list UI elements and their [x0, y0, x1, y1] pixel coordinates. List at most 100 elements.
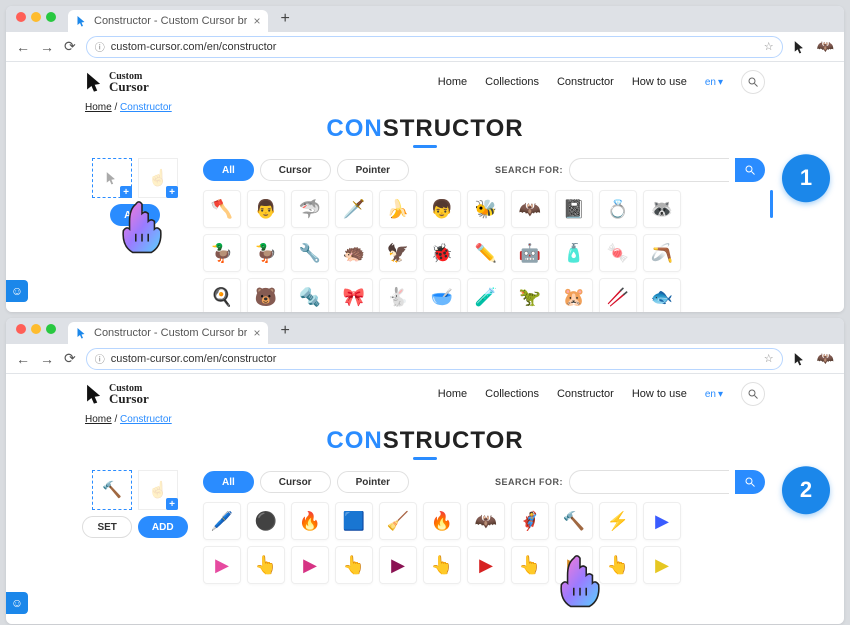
feedback-tab[interactable]: ☺ — [6, 592, 28, 614]
site-info-icon[interactable]: ⓘ — [95, 39, 105, 54]
grid-cell[interactable]: 👆 — [599, 546, 637, 584]
grid-cell[interactable]: 🖊️ — [203, 502, 241, 540]
grid-cell[interactable]: 🍳 — [203, 278, 241, 312]
extension-icon[interactable]: 🦇 — [817, 350, 834, 367]
grid-cell[interactable]: ⚫ — [247, 502, 285, 540]
grid-cell[interactable]: 🦈 — [291, 190, 329, 228]
lang-switcher[interactable]: en ▾ — [705, 77, 723, 88]
grid-cell[interactable]: 🦆 — [203, 234, 241, 272]
nav-home[interactable]: Home — [438, 388, 467, 400]
search-button[interactable] — [735, 158, 765, 182]
close-window-icon[interactable] — [16, 12, 26, 22]
nav-collections[interactable]: Collections — [485, 76, 539, 88]
grid-cell[interactable]: 🦔 — [335, 234, 373, 272]
grid-cell[interactable]: ▶ — [379, 546, 417, 584]
grid-cell[interactable]: 🥣 — [423, 278, 461, 312]
grid-cell[interactable]: 🦇 — [467, 502, 505, 540]
bookmark-icon[interactable]: ☆ — [764, 40, 774, 53]
grid-cell[interactable]: 🔩 — [291, 278, 329, 312]
grid-cell[interactable]: 🗡️ — [335, 190, 373, 228]
nav-constructor[interactable]: Constructor — [557, 388, 614, 400]
nav-howto[interactable]: How to use — [632, 388, 687, 400]
grid-cell[interactable]: 👆 — [247, 546, 285, 584]
grid-cell[interactable]: 🐟 — [643, 278, 681, 312]
grid-cell[interactable]: 👆 — [511, 546, 549, 584]
add-button[interactable]: ADD — [138, 516, 188, 538]
nav-home[interactable]: Home — [438, 76, 467, 88]
header-search-button[interactable] — [741, 382, 765, 406]
grid-cell[interactable]: 🍌 — [379, 190, 417, 228]
grid-cell[interactable]: 🦆 — [247, 234, 285, 272]
new-tab-button[interactable]: + — [274, 10, 295, 32]
site-info-icon[interactable]: ⓘ — [95, 351, 105, 366]
filter-cursor[interactable]: Cursor — [260, 471, 331, 493]
browser-tab[interactable]: Constructor - Custom Cursor br × — [68, 10, 268, 32]
grid-cell[interactable]: 🎀 — [335, 278, 373, 312]
grid-cell[interactable]: 🐝 — [467, 190, 505, 228]
lang-switcher[interactable]: en ▾ — [705, 389, 723, 400]
nav-constructor[interactable]: Constructor — [557, 76, 614, 88]
pointer-slot[interactable]: ☝ + — [138, 470, 178, 510]
grid-cell[interactable]: 🟦 — [335, 502, 373, 540]
new-tab-button[interactable]: + — [274, 322, 295, 344]
minimize-window-icon[interactable] — [31, 12, 41, 22]
grid-cell[interactable]: 📓 — [555, 190, 593, 228]
grid-cell[interactable]: 🧴 — [555, 234, 593, 272]
maximize-window-icon[interactable] — [46, 12, 56, 22]
grid-cell[interactable]: ▶ — [467, 546, 505, 584]
reload-icon[interactable]: ⟳ — [64, 38, 76, 55]
grid-cell[interactable]: ▶ — [291, 546, 329, 584]
forward-icon[interactable]: → — [40, 39, 54, 55]
nav-collections[interactable]: Collections — [485, 388, 539, 400]
grid-cell[interactable]: 🐞 — [423, 234, 461, 272]
close-tab-icon[interactable]: × — [253, 14, 260, 28]
grid-cell[interactable]: 🐻 — [247, 278, 285, 312]
search-input[interactable] — [569, 470, 729, 494]
grid-cell[interactable]: 🍬 — [599, 234, 637, 272]
grid-cell[interactable]: 🥢 — [599, 278, 637, 312]
maximize-window-icon[interactable] — [46, 324, 56, 334]
close-tab-icon[interactable]: × — [253, 326, 260, 340]
reload-icon[interactable]: ⟳ — [64, 350, 76, 367]
filter-all[interactable]: All — [203, 159, 254, 181]
search-input[interactable] — [569, 158, 729, 182]
grid-cell[interactable]: ✏️ — [467, 234, 505, 272]
grid-cell[interactable]: 👨 — [247, 190, 285, 228]
add-button[interactable]: ADD — [110, 204, 160, 226]
site-logo[interactable]: Custom Cursor — [85, 384, 149, 405]
set-button[interactable]: SET — [82, 516, 131, 538]
grid-cell[interactable]: 🦅 — [379, 234, 417, 272]
extension-icon[interactable]: 🦇 — [817, 38, 834, 55]
scrollbar-thumb[interactable] — [770, 190, 773, 218]
grid-cell[interactable]: 🧹 — [379, 502, 417, 540]
cursor-slot[interactable]: + — [92, 158, 132, 198]
grid-cell[interactable]: ▶ — [555, 546, 593, 584]
grid-cell[interactable]: 🐇 — [379, 278, 417, 312]
grid-cell[interactable]: 💍 — [599, 190, 637, 228]
url-bar[interactable]: ⓘ custom-cursor.com/en/constructor ☆ — [86, 36, 783, 58]
grid-cell[interactable]: 🐹 — [555, 278, 593, 312]
back-icon[interactable]: ← — [16, 351, 30, 367]
extension-cursor-icon[interactable] — [793, 39, 807, 55]
grid-cell[interactable]: 🦇 — [511, 190, 549, 228]
filter-pointer[interactable]: Pointer — [337, 159, 409, 181]
forward-icon[interactable]: → — [40, 351, 54, 367]
search-button[interactable] — [735, 470, 765, 494]
grid-cell[interactable]: ⚡ — [599, 502, 637, 540]
grid-cell[interactable]: 👆 — [423, 546, 461, 584]
grid-cell[interactable]: 🔧 — [291, 234, 329, 272]
grid-cell[interactable]: 🔥 — [291, 502, 329, 540]
breadcrumb-home[interactable]: Home — [85, 414, 112, 425]
minimize-window-icon[interactable] — [31, 324, 41, 334]
filter-cursor[interactable]: Cursor — [260, 159, 331, 181]
filter-pointer[interactable]: Pointer — [337, 471, 409, 493]
grid-cell[interactable]: ▶ — [643, 502, 681, 540]
filter-all[interactable]: All — [203, 471, 254, 493]
site-logo[interactable]: Custom Cursor — [85, 72, 149, 93]
grid-cell[interactable]: ▶ — [643, 546, 681, 584]
grid-cell[interactable]: 🦖 — [511, 278, 549, 312]
header-search-button[interactable] — [741, 70, 765, 94]
breadcrumb-home[interactable]: Home — [85, 102, 112, 113]
bookmark-icon[interactable]: ☆ — [764, 352, 774, 365]
close-window-icon[interactable] — [16, 324, 26, 334]
